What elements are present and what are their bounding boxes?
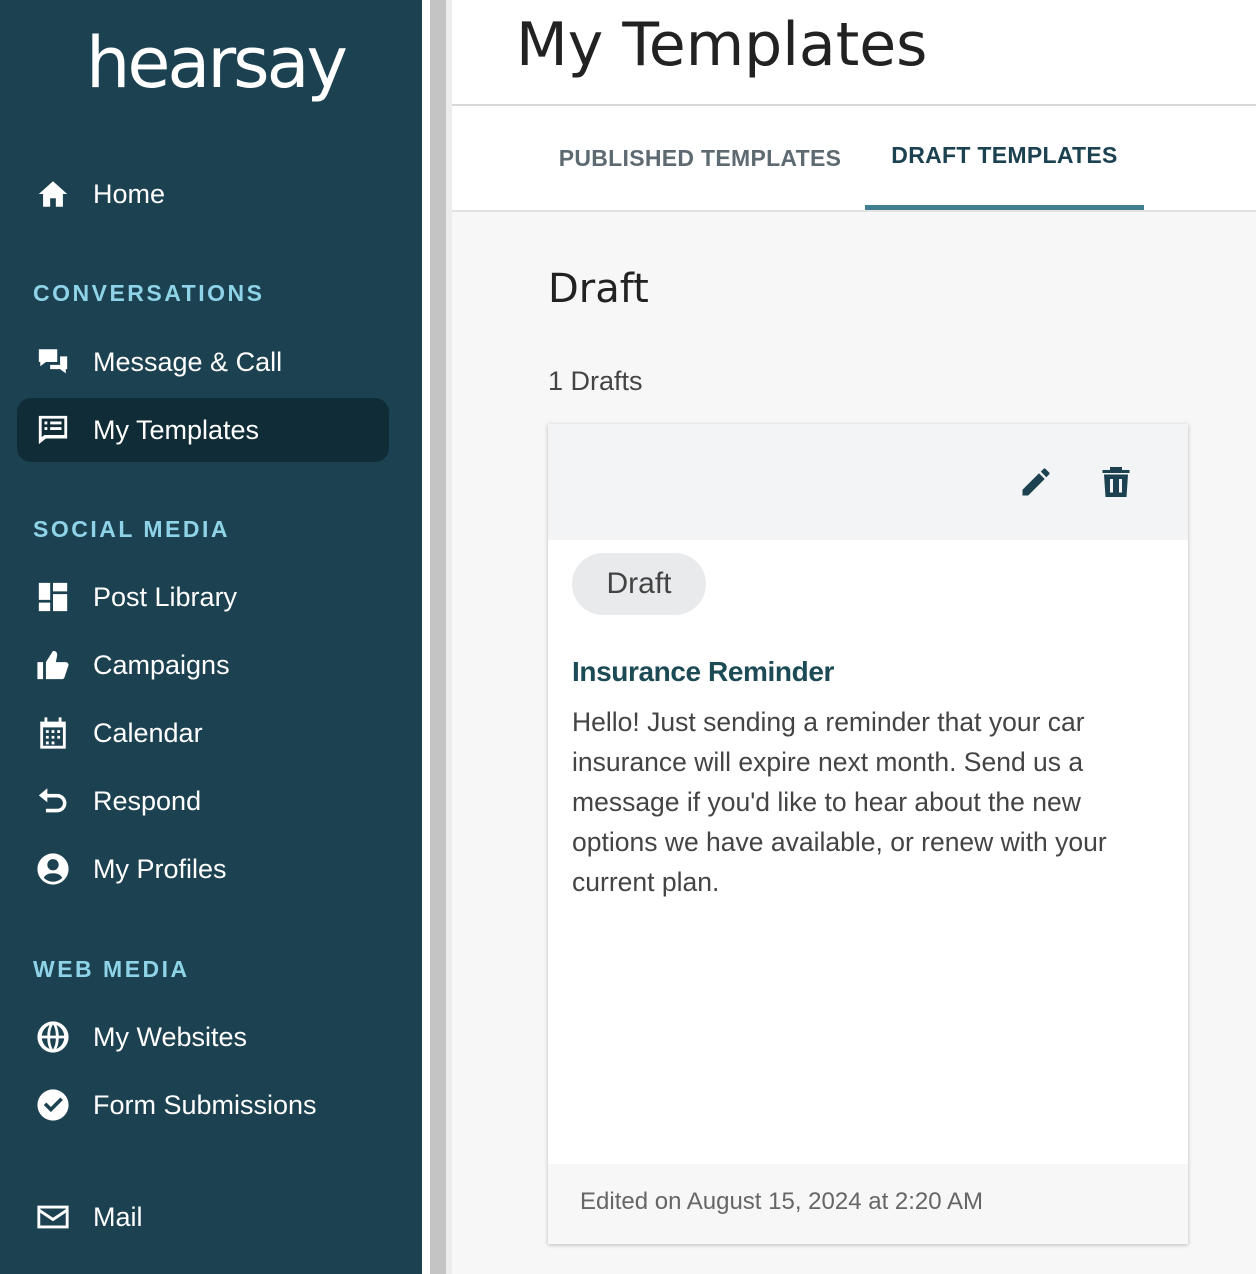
tab-published-templates[interactable]: PUBLISHED TEMPLATES (550, 106, 850, 210)
draft-count: 1 Drafts (548, 366, 643, 396)
sidebar-item-label: Campaigns (93, 649, 230, 680)
sidebar-item-label: Form Submissions (93, 1089, 317, 1120)
sidebar-item-label: My Templates (93, 414, 260, 445)
pencil-icon (1018, 464, 1054, 500)
sidebar-item-message-call[interactable]: Message & Call (17, 330, 389, 394)
edited-timestamp: Edited on August 15, 2024 at 2:20 AM (580, 1188, 983, 1215)
sidebar-item-home[interactable]: Home (17, 162, 389, 226)
template-card[interactable]: Draft Insurance Reminder Hello! Just sen… (548, 424, 1188, 1244)
sidebar-item-calendar[interactable]: Calendar (17, 701, 389, 765)
sidebar-item-label: Home (93, 178, 166, 209)
card-footer: Edited on August 15, 2024 at 2:20 AM (548, 1164, 1188, 1244)
sidebar-item-respond[interactable]: Respond (17, 769, 389, 833)
delete-button[interactable] (1096, 462, 1136, 502)
sidebar-item-my-websites[interactable]: My Websites (17, 1005, 389, 1069)
sidebar-item-label: Calendar (93, 717, 203, 748)
template-name[interactable]: Insurance Reminder (572, 656, 834, 688)
page-title: My Templates (516, 10, 928, 80)
section-label-web-media: WEB MEDIA (33, 956, 190, 982)
sidebar-item-label: Message & Call (93, 346, 283, 377)
sidebar: hearsay Home CONVERSATIONS Message & Cal… (0, 0, 422, 1274)
section-label-conversations: CONVERSATIONS (33, 280, 265, 306)
reply-icon (35, 783, 71, 819)
sidebar-item-label: Post Library (93, 581, 238, 612)
template-icon (35, 412, 71, 448)
sidebar-item-label: Respond (93, 785, 202, 816)
sidebar-item-post-library[interactable]: Post Library (17, 565, 389, 629)
check-circle-icon (35, 1087, 71, 1123)
sidebar-item-my-profiles[interactable]: My Profiles (17, 837, 389, 901)
edit-button[interactable] (1016, 462, 1056, 502)
tab-draft-templates[interactable]: DRAFT TEMPLATES (865, 106, 1144, 210)
sidebar-item-label: My Websites (93, 1021, 248, 1052)
user-circle-icon (35, 851, 71, 887)
page-header: My Templates (452, 0, 1256, 106)
home-icon (35, 176, 71, 212)
dashboard-icon (35, 579, 71, 615)
hearsay-logo[interactable]: hearsay (86, 18, 348, 108)
template-body: Hello! Just sending a reminder that your… (572, 707, 1107, 897)
sidebar-item-form-submissions[interactable]: Form Submissions (17, 1073, 389, 1137)
sidebar-item-mail[interactable]: Mail (17, 1185, 389, 1249)
mail-icon (35, 1199, 71, 1235)
thumbs-up-icon (35, 647, 71, 683)
sidebar-item-label: My Profiles (93, 853, 227, 884)
globe-icon (35, 1019, 71, 1055)
sidebar-divider (422, 0, 430, 1274)
sidebar-item-label: Mail (93, 1201, 143, 1232)
section-title: Draft (548, 266, 649, 312)
calendar-icon (35, 715, 71, 751)
sidebar-scrollbar[interactable] (430, 0, 446, 1274)
sidebar-item-campaigns[interactable]: Campaigns (17, 633, 389, 697)
section-label-social-media: SOCIAL MEDIA (33, 516, 230, 542)
status-badge: Draft (572, 553, 706, 615)
chat-bubbles-icon (35, 344, 71, 380)
trash-icon (1098, 464, 1134, 500)
template-tabs: PUBLISHED TEMPLATES DRAFT TEMPLATES (452, 106, 1256, 212)
card-header (548, 424, 1188, 540)
sidebar-item-my-templates[interactable]: My Templates (17, 398, 389, 462)
